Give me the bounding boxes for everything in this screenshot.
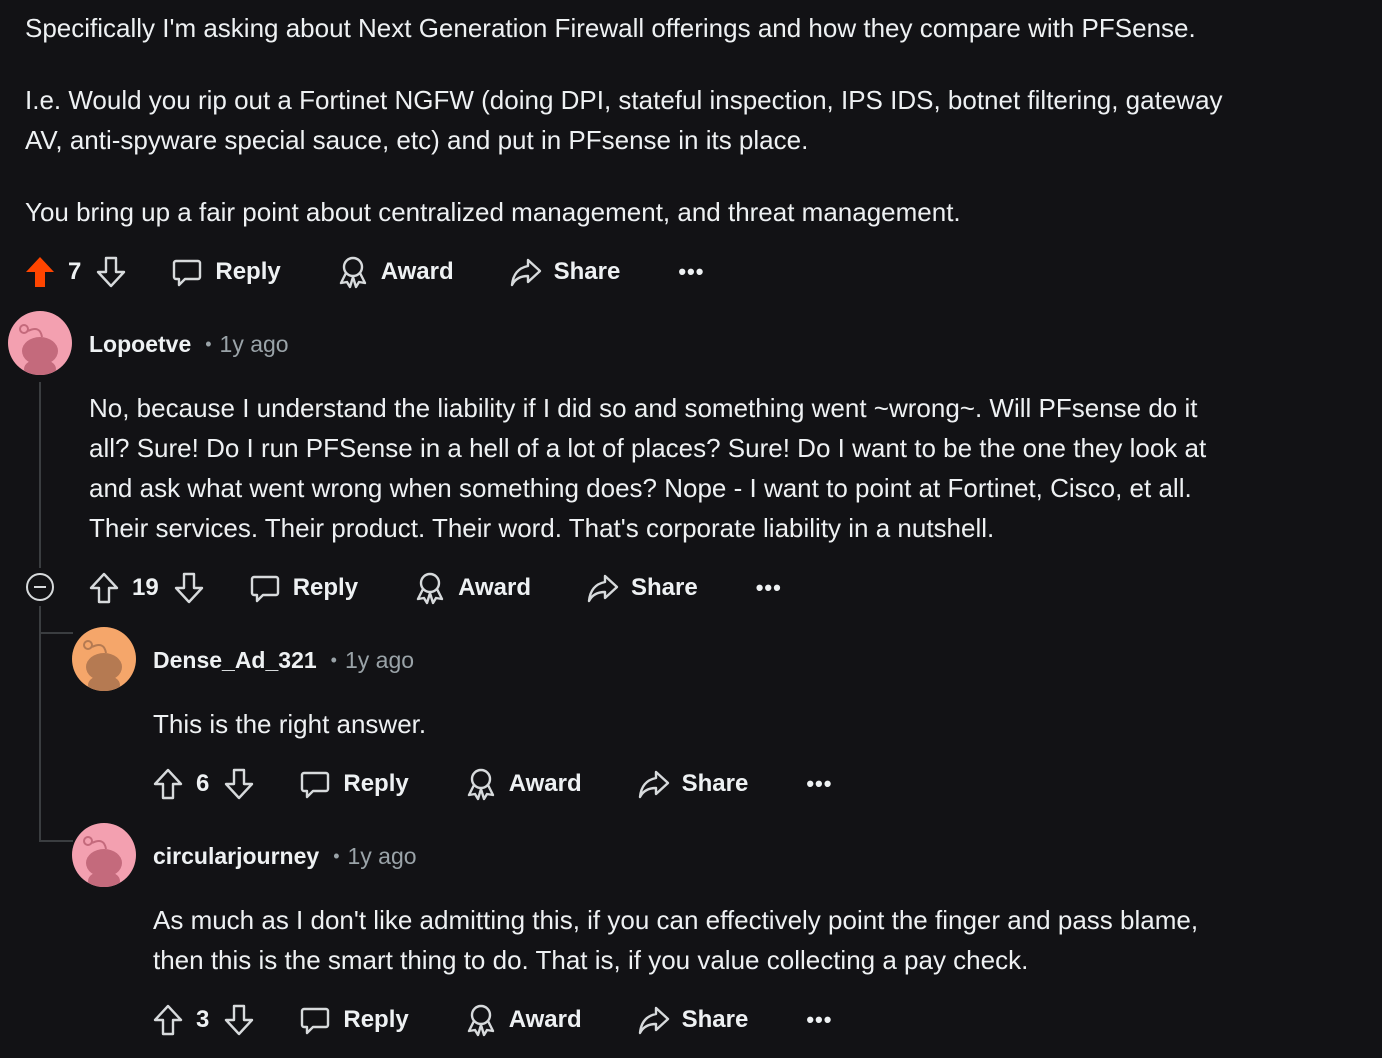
share-button[interactable]: Share — [510, 257, 621, 287]
comment-line: all? Sure! Do I run PFSense in a hell of… — [89, 433, 1207, 463]
reply-button[interactable]: Reply — [171, 256, 281, 288]
minus-icon — [34, 586, 46, 588]
award-button[interactable]: Award — [465, 767, 582, 801]
downvote-icon[interactable] — [223, 767, 255, 801]
vote-count: 19 — [132, 574, 159, 601]
upvote-icon[interactable] — [24, 255, 56, 289]
award-button[interactable]: Award — [337, 255, 454, 289]
parent-paragraph-3: You bring up a fair point about centrali… — [25, 197, 961, 227]
username[interactable]: Dense_Ad_321 — [153, 647, 317, 674]
separator-dot: • — [330, 649, 337, 670]
award-icon — [339, 256, 366, 289]
thread-line — [39, 382, 41, 568]
separator-dot: • — [333, 845, 340, 866]
username[interactable]: circularjourney — [153, 843, 319, 870]
reply-label: Reply — [215, 258, 281, 285]
comment-header: circularjourney • 1y ago — [153, 836, 417, 876]
separator-dot: • — [205, 333, 212, 354]
reply-button[interactable]: Reply — [299, 1004, 409, 1036]
username[interactable]: Lopoetve — [89, 331, 191, 358]
parent-paragraph-1: Specifically I'm asking about Next Gener… — [25, 13, 1196, 43]
share-icon — [587, 574, 619, 603]
timestamp[interactable]: 1y ago — [348, 843, 417, 870]
reply-icon — [301, 771, 330, 799]
reply-label: Reply — [292, 574, 359, 601]
timestamp[interactable]: 1y ago — [220, 331, 289, 358]
comment-action-bar: 19 Reply Award Share ••• — [88, 566, 782, 610]
award-icon — [467, 1004, 494, 1037]
comment-line: As much as I don't like admitting this, … — [153, 905, 1199, 935]
comment-line: No, because I understand the liability i… — [89, 393, 1198, 423]
vote-count: 6 — [196, 770, 210, 797]
award-label: Award — [508, 770, 582, 797]
upvote-icon[interactable] — [152, 767, 184, 801]
reply-icon — [301, 1007, 330, 1035]
share-icon — [638, 1006, 669, 1035]
comment-header: Lopoetve • 1y ago — [89, 324, 289, 364]
comment-header: Dense_Ad_321 • 1y ago — [153, 640, 414, 680]
reply-label: Reply — [343, 770, 409, 797]
more-options-icon[interactable]: ••• — [678, 259, 704, 285]
share-icon — [510, 258, 541, 287]
share-icon — [638, 770, 669, 799]
reply-label: Reply — [343, 1006, 409, 1033]
avatar[interactable] — [8, 311, 72, 375]
reply-icon — [250, 575, 279, 603]
share-label: Share — [681, 1006, 749, 1033]
share-button[interactable]: Share — [587, 573, 698, 603]
downvote-icon[interactable] — [223, 1003, 255, 1037]
avatar[interactable] — [72, 627, 136, 691]
thread-line — [39, 606, 41, 840]
share-label: Share — [681, 770, 749, 797]
parent-paragraph-2-line-1: I.e. Would you rip out a Fortinet NGFW (… — [25, 85, 1223, 115]
thread-branch — [39, 840, 73, 842]
share-button[interactable]: Share — [638, 1005, 749, 1035]
reply-button[interactable]: Reply — [299, 768, 409, 800]
comment-line: This is the right answer. — [153, 709, 427, 739]
share-button[interactable]: Share — [638, 769, 749, 799]
share-label: Share — [630, 574, 698, 601]
parent-paragraph-2-line-2: AV, anti-spyware special sauce, etc) and… — [25, 125, 809, 155]
upvote-icon[interactable] — [152, 1003, 184, 1037]
more-options-icon[interactable]: ••• — [806, 1007, 832, 1033]
vote-count: 3 — [196, 1006, 210, 1033]
timestamp[interactable]: 1y ago — [345, 647, 414, 674]
reply-button[interactable]: Reply — [249, 572, 358, 604]
award-label: Award — [508, 1006, 582, 1033]
collapse-thread-button[interactable] — [26, 573, 54, 601]
award-button[interactable]: Award — [465, 1003, 582, 1037]
more-options-icon[interactable]: ••• — [806, 771, 832, 797]
comment-line: and ask what went wrong when something d… — [89, 473, 1192, 503]
reply-icon — [173, 259, 202, 287]
avatar[interactable] — [72, 823, 136, 887]
share-label: Share — [553, 258, 621, 285]
comment-line: Their services. Their product. Their wor… — [89, 513, 995, 543]
more-options-icon[interactable]: ••• — [756, 575, 782, 601]
award-icon — [467, 768, 494, 801]
comment-action-bar: 3 Reply Award Share ••• — [152, 998, 832, 1042]
vote-count: 7 — [68, 258, 82, 285]
award-label: Award — [380, 258, 454, 285]
parent-action-bar: 7 Reply Award Share ••• — [24, 250, 704, 294]
downvote-icon[interactable] — [95, 255, 127, 289]
thread-branch — [39, 632, 73, 634]
upvote-icon[interactable] — [88, 571, 120, 605]
comment-action-bar: 6 Reply Award Share ••• — [152, 762, 832, 806]
award-icon — [416, 572, 444, 605]
downvote-icon[interactable] — [173, 571, 205, 605]
award-button[interactable]: Award — [414, 571, 531, 605]
comment-line: then this is the smart thing to do. That… — [153, 945, 1029, 975]
award-label: Award — [458, 574, 531, 601]
